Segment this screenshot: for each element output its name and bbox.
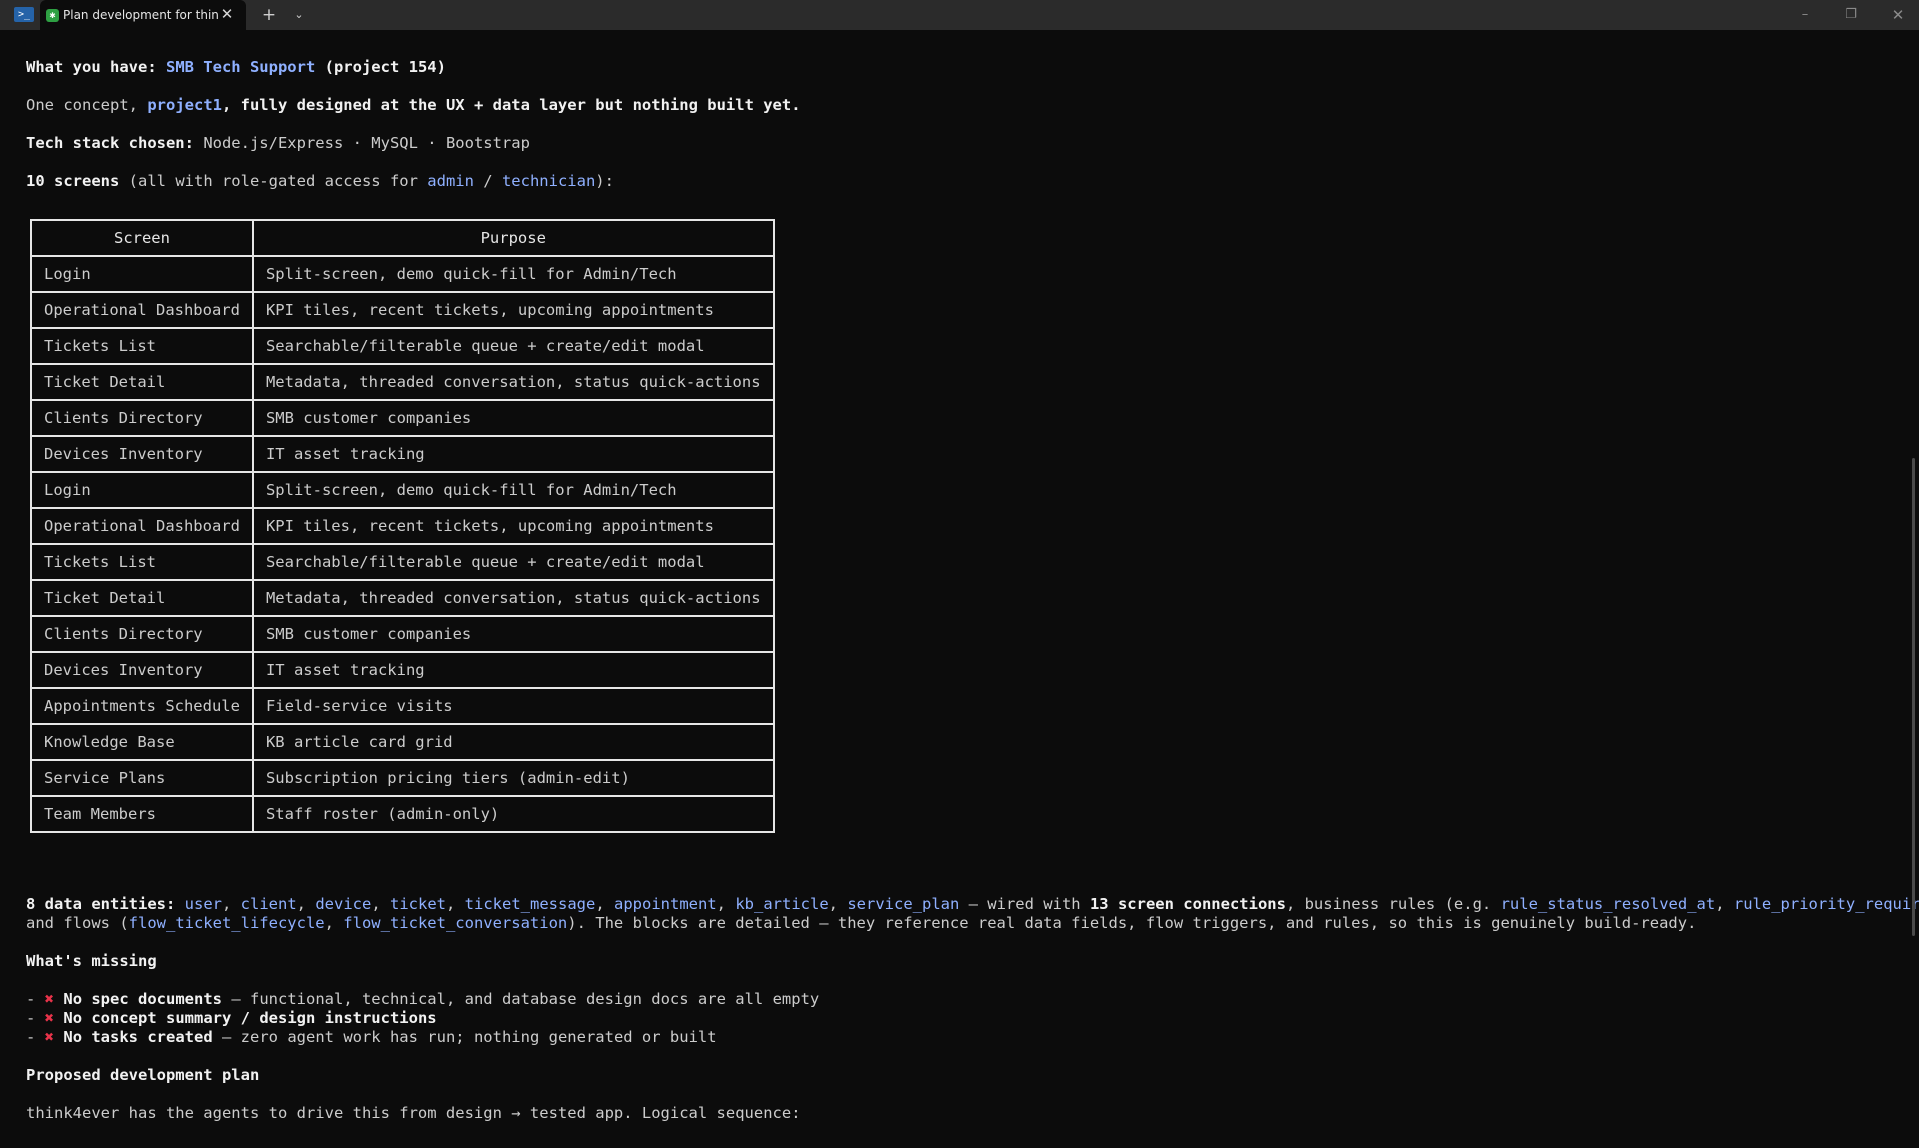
concept-link[interactable]: project1 (147, 96, 222, 114)
missing-heading: What's missing (26, 952, 157, 970)
rule-priority-required: rule_priority_required (1733, 895, 1919, 913)
project-link[interactable]: SMB Tech Support (166, 58, 315, 76)
screen-cell: Devices Inventory (30, 651, 254, 689)
terminal-icon[interactable]: >_ (14, 7, 34, 22)
missing-item: - ✖ No concept summary / design instruct… (26, 1009, 437, 1027)
purpose-cell: KB article card grid (251, 723, 775, 761)
purpose-cell: KPI tiles, recent tickets, upcoming appo… (251, 507, 775, 545)
screens-table: Screen Purpose Login Split-screen, demo q… (30, 219, 775, 833)
entities-line-2: and flows (flow_ticket_lifecycle, flow_t… (26, 914, 1697, 932)
table-row: Tickets List Searchable/filterable queue … (30, 327, 775, 365)
screen-cell: Tickets List (30, 543, 254, 581)
table-row: Operational Dashboard KPI tiles, recent t… (30, 291, 775, 329)
purpose-cell: IT asset tracking (251, 651, 775, 689)
table-row: Clients Directory SMB customer companies (30, 399, 775, 437)
rule-status-resolved: rule_status_resolved_at (1500, 895, 1716, 913)
chevron-down-icon[interactable]: ⌄ (290, 4, 308, 26)
tab-title: Plan development for thin (63, 8, 219, 22)
title-bar: >_ ✱ Plan development for thin ✕ + ⌄ – ❐… (0, 0, 1919, 30)
purpose-cell: Field-service visits (251, 687, 775, 725)
entity-ticket: ticket (390, 895, 446, 913)
screen-cell: Clients Directory (30, 615, 254, 653)
screen-cell: Operational Dashboard (30, 507, 254, 545)
purpose-cell: Subscription pricing tiers (admin-edit) (251, 759, 775, 797)
screen-cell: Team Members (30, 795, 254, 833)
role-admin: admin (427, 172, 474, 190)
table-body: Login Split-screen, demo quick-fill for A… (30, 255, 775, 833)
plan-text: think4ever has the agents to drive this … (26, 1104, 801, 1122)
table-row: Ticket Detail Metadata, threaded conversa… (30, 363, 775, 401)
scrollbar[interactable] (1912, 458, 1915, 936)
purpose-cell: Staff roster (admin-only) (251, 795, 775, 833)
column-header-purpose: Purpose (251, 219, 775, 257)
table-row: Devices Inventory IT asset tracking (30, 651, 775, 689)
purpose-cell: SMB customer companies (251, 615, 775, 653)
entity-service-plan: service_plan (847, 895, 960, 913)
maximize-button[interactable]: ❐ (1836, 4, 1866, 26)
have-line: What you have: SMB Tech Support (project… (26, 58, 446, 76)
purpose-cell: Metadata, threaded conversation, status … (251, 363, 775, 401)
app-icon: ✱ (46, 9, 59, 22)
cross-mark-icon: ✖ (44, 1028, 55, 1046)
minimize-button[interactable]: – (1790, 4, 1820, 26)
screen-cell: Clients Directory (30, 399, 254, 437)
entity-client: client (240, 895, 297, 913)
new-tab-button[interactable]: + (258, 4, 280, 26)
flow-ticket-lifecycle: flow_ticket_lifecycle (128, 914, 325, 932)
role-technician: technician (501, 172, 596, 190)
screens-line: 10 screens (all with role-gated access f… (26, 172, 614, 190)
entity-appointment: appointment (614, 895, 717, 913)
flow-ticket-conversation: flow_ticket_conversation (343, 914, 568, 932)
table-row: Tickets List Searchable/filterable queue … (30, 543, 775, 581)
table-row: Team Members Staff roster (admin-only) (30, 795, 775, 833)
purpose-cell: IT asset tracking (251, 435, 775, 473)
missing-item: - ✖ No spec documents — functional, tech… (26, 990, 820, 1008)
screen-cell: Devices Inventory (30, 435, 254, 473)
column-header-screen: Screen (30, 219, 254, 257)
purpose-cell: Searchable/filterable queue + create/edi… (251, 543, 775, 581)
screen-cell: Operational Dashboard (30, 291, 254, 329)
purpose-cell: Metadata, threaded conversation, status … (251, 579, 775, 617)
screen-cell: Ticket Detail (30, 579, 254, 617)
screen-connections: 13 screen connections (1089, 895, 1286, 913)
table-row: Ticket Detail Metadata, threaded conversa… (30, 579, 775, 617)
table-row: Operational Dashboard KPI tiles, recent t… (30, 507, 775, 545)
table-row: Appointments Schedule Field-service visit… (30, 687, 775, 725)
table-row: Knowledge Base KB article card grid (30, 723, 775, 761)
screen-cell: Service Plans (30, 759, 254, 797)
entity-kb-article: kb_article (735, 895, 829, 913)
purpose-cell: Split-screen, demo quick-fill for Admin/… (251, 255, 775, 293)
screen-cell: Appointments Schedule (30, 687, 254, 725)
plan-heading: Proposed development plan (26, 1066, 260, 1084)
cross-mark-icon: ✖ (44, 1009, 55, 1027)
table-header-row: Screen Purpose (30, 219, 775, 257)
table-row: Login Split-screen, demo quick-fill for A… (30, 471, 775, 509)
table-row: Service Plans Subscription pricing tiers … (30, 759, 775, 797)
missing-item: - ✖ No tasks created — zero agent work h… (26, 1028, 717, 1046)
table-row: Clients Directory SMB customer companies (30, 615, 775, 653)
table-row: Devices Inventory IT asset tracking (30, 435, 775, 473)
table-row: Login Split-screen, demo quick-fill for A… (30, 255, 775, 293)
tab-active[interactable]: ✱ Plan development for thin ✕ (40, 0, 246, 30)
stack-line: Tech stack chosen: Node.js/Express · MyS… (26, 134, 530, 152)
entity-device: device (315, 895, 372, 913)
entity-user: user (184, 895, 222, 913)
screen-cell: Ticket Detail (30, 363, 254, 401)
cross-mark-icon: ✖ (44, 990, 55, 1008)
concept-line: One concept, project1, fully designed at… (26, 96, 801, 114)
screen-cell: Login (30, 471, 254, 509)
purpose-cell: SMB customer companies (251, 399, 775, 437)
close-tab-icon[interactable]: ✕ (218, 5, 236, 23)
purpose-cell: Split-screen, demo quick-fill for Admin/… (251, 471, 775, 509)
close-window-button[interactable]: ✕ (1883, 4, 1913, 26)
entities-line-1: 8 data entities: user, client, device, t… (26, 895, 1919, 914)
purpose-cell: KPI tiles, recent tickets, upcoming appo… (251, 291, 775, 329)
screen-cell: Knowledge Base (30, 723, 254, 761)
screen-cell: Tickets List (30, 327, 254, 365)
purpose-cell: Searchable/filterable queue + create/edi… (251, 327, 775, 365)
entity-ticket-message: ticket_message (464, 895, 596, 913)
screen-cell: Login (30, 255, 254, 293)
